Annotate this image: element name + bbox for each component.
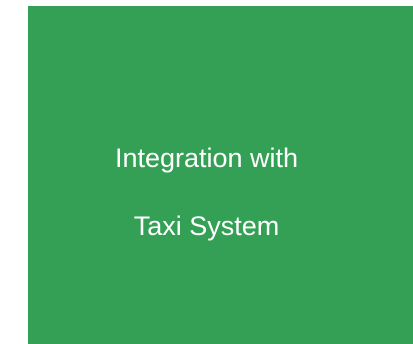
integration-block: Integration with Taxi System (28, 6, 413, 344)
block-label-line1: Integration with (114, 143, 299, 173)
block-label: Integration with Taxi System (115, 107, 298, 243)
block-label-line2: Taxi System (133, 211, 280, 241)
diagram-canvas: Integration with Taxi System (0, 0, 413, 344)
